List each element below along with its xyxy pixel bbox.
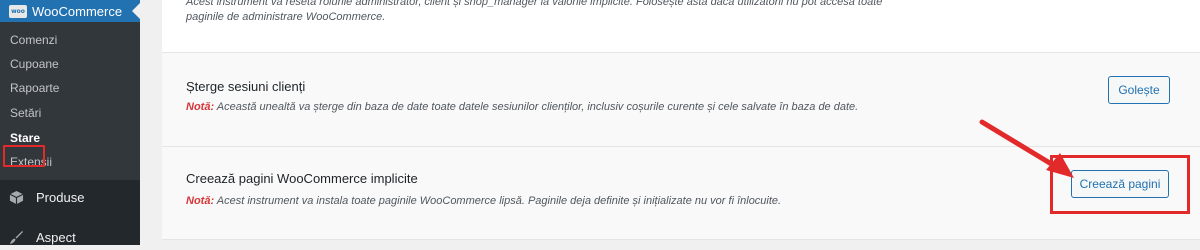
annotation-arrow: [979, 119, 1074, 178]
